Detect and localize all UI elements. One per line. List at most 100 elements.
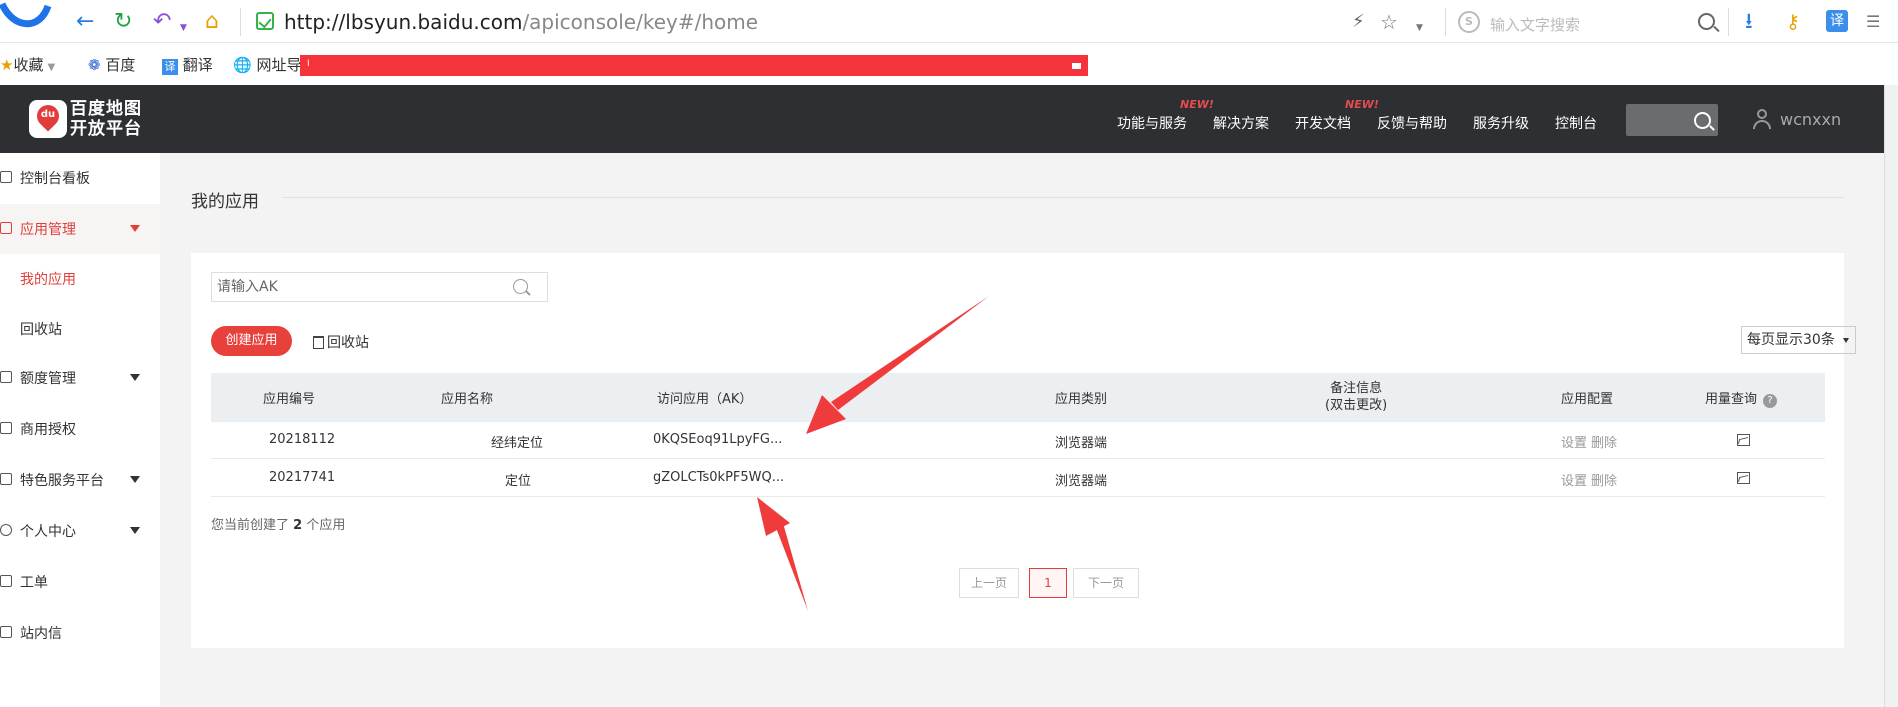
ak-search-button[interactable]: [497, 272, 548, 302]
sidebar-item-label: 控制台看板: [20, 171, 90, 187]
sidebar-item-label: 额度管理: [20, 371, 76, 387]
nav-feedback[interactable]: 反馈与帮助: [1377, 113, 1447, 133]
table-row: 20218112 经纬定位 0KQSEoq91LpyFG... 浏览器端 设置 …: [211, 422, 1825, 459]
sidebar-item-dashboard[interactable]: 控制台看板: [0, 153, 160, 203]
secure-shield-icon: [256, 12, 274, 30]
browser-logo-icon: [0, 2, 52, 28]
help-icon[interactable]: ?: [1763, 394, 1778, 408]
new-badge: NEW!: [1345, 98, 1379, 111]
bookmark-translate[interactable]: 译 翻译: [162, 54, 213, 75]
recycle-bin-link[interactable]: 回收站: [313, 332, 369, 352]
delete-link[interactable]: 删除: [1591, 470, 1617, 489]
username[interactable]: wcnxxn: [1780, 110, 1841, 129]
menu-icon[interactable]: ☰: [1866, 11, 1880, 33]
delete-link[interactable]: 删除: [1591, 432, 1617, 451]
undo-icon[interactable]: ↶: [153, 11, 171, 33]
bookmark-sites[interactable]: 🌐 网址导: [233, 54, 301, 75]
next-page-button[interactable]: 下一页: [1073, 568, 1139, 598]
sidebar-item-personal-center[interactable]: 个人中心: [0, 506, 160, 556]
sidebar-item-featured-services[interactable]: 特色服务平台: [0, 455, 160, 505]
usage-chart-icon[interactable]: [1737, 472, 1750, 484]
col-note-title: 备注信息: [1330, 381, 1383, 396]
chevron-down-icon[interactable]: ▼: [1416, 17, 1423, 39]
sidebar-item-label: 商用授权: [20, 422, 76, 438]
globe-icon: 🌐: [233, 56, 252, 74]
sidebar-item-app-management[interactable]: 应用管理: [0, 204, 160, 254]
nav-console[interactable]: 控制台: [1555, 113, 1597, 133]
brand-title[interactable]: 百度地图 开放平台: [70, 99, 142, 139]
page-size-select[interactable]: 每页显示30条: [1741, 326, 1856, 354]
user-icon[interactable]: [1752, 109, 1772, 129]
bookmark-overflow: I: [307, 59, 310, 69]
cell-app-name: 经纬定位: [491, 436, 544, 451]
page-size-value: 每页显示30条: [1747, 332, 1835, 348]
caret-down-icon: [1843, 338, 1849, 343]
ak-search-input[interactable]: [212, 273, 497, 301]
col-note: 备注信息 (双击更改): [1325, 380, 1387, 414]
brand-line: 百度地图: [70, 99, 142, 119]
search-icon[interactable]: [1694, 112, 1711, 129]
back-arrow-icon[interactable]: ←: [76, 11, 94, 33]
sidebar-subitem-my-apps[interactable]: 我的应用: [20, 269, 76, 289]
caret-down-icon: [130, 476, 140, 483]
favorite-star-icon[interactable]: ☆: [1380, 11, 1398, 33]
caret-down-icon: [130, 225, 140, 232]
ak-search-field[interactable]: [211, 272, 498, 302]
home-icon[interactable]: ⌂: [205, 11, 219, 33]
sidebar-item-label: 应用管理: [20, 222, 76, 238]
browser-search-input[interactable]: 输入文字搜索: [1490, 14, 1580, 35]
col-usage-label: 用量查询: [1705, 392, 1758, 407]
translate-icon[interactable]: 译: [1826, 10, 1848, 32]
apps-icon: [0, 222, 12, 234]
summary-suffix: 个应用: [306, 518, 346, 533]
redacted-bar: I: [300, 55, 1088, 76]
nav-solutions[interactable]: 解决方案: [1213, 113, 1269, 133]
sidebar-item-quota[interactable]: 额度管理: [0, 353, 160, 403]
nav-upgrade[interactable]: 服务升级: [1473, 113, 1529, 133]
app-count-summary: 您当前创建了 2 个应用: [211, 514, 345, 533]
search-engine-icon[interactable]: S: [1458, 11, 1480, 33]
message-icon: [0, 626, 12, 638]
brand-line: 开放平台: [70, 119, 142, 139]
sidebar-subitem-recycle-bin[interactable]: 回收站: [20, 319, 62, 339]
url-path: /apiconsole/key#/home: [522, 10, 759, 34]
refresh-icon[interactable]: ↻: [114, 11, 132, 33]
nav-docs[interactable]: 开发文档: [1295, 113, 1351, 133]
create-app-button[interactable]: 创建应用: [211, 326, 292, 356]
cell-app-type: 浏览器端: [1055, 474, 1108, 489]
header-search-box[interactable]: [1626, 104, 1718, 136]
quota-icon: [0, 371, 12, 383]
sidebar-item-messages[interactable]: 站内信: [0, 608, 160, 658]
url-field[interactable]: http://lbsyun.baidu.com/apiconsole/key#/…: [284, 10, 758, 34]
scrollbar[interactable]: [1884, 85, 1898, 707]
settings-link[interactable]: 设置: [1561, 470, 1587, 489]
lightning-icon[interactable]: ⚡: [1352, 11, 1365, 33]
sidebar-item-commercial-license[interactable]: 商用授权: [0, 404, 160, 454]
caret-down-icon: [130, 374, 140, 381]
site-header: du 百度地图 开放平台 功能与服务 NEW! 解决方案 开发文档 NEW! 反…: [0, 85, 1884, 153]
star-icon: ★: [0, 56, 14, 74]
download-icon[interactable]: ⭳: [1745, 11, 1753, 33]
page-1-button[interactable]: 1: [1029, 568, 1067, 598]
sidebar-item-label: 个人中心: [20, 524, 76, 540]
col-note-hint: (双击更改): [1325, 398, 1388, 413]
col-config: 应用配置: [1561, 392, 1614, 407]
usage-chart-icon[interactable]: [1737, 434, 1750, 446]
nav-features[interactable]: 功能与服务: [1117, 113, 1187, 133]
bookmark-baidu[interactable]: ❁ 百度: [88, 54, 135, 75]
col-app-id: 应用编号: [263, 392, 316, 407]
baidu-map-logo-icon[interactable]: du: [29, 100, 67, 138]
bookmark-favorites[interactable]: ★收藏 ▼: [0, 54, 55, 75]
caret-down-icon: [130, 527, 140, 534]
separator: [240, 8, 241, 36]
settings-link[interactable]: 设置: [1561, 432, 1587, 451]
prev-page-button[interactable]: 上一页: [959, 568, 1019, 598]
undo-dropdown-icon[interactable]: ▼: [180, 17, 187, 39]
search-icon: [513, 279, 528, 294]
search-icon[interactable]: [1698, 13, 1715, 30]
key-icon[interactable]: ⚷: [1786, 11, 1800, 33]
service-icon: [0, 473, 12, 485]
cell-app-name: 定位: [505, 474, 532, 489]
summary-count: 2: [293, 518, 303, 533]
sidebar-item-tickets[interactable]: 工单: [0, 557, 160, 607]
